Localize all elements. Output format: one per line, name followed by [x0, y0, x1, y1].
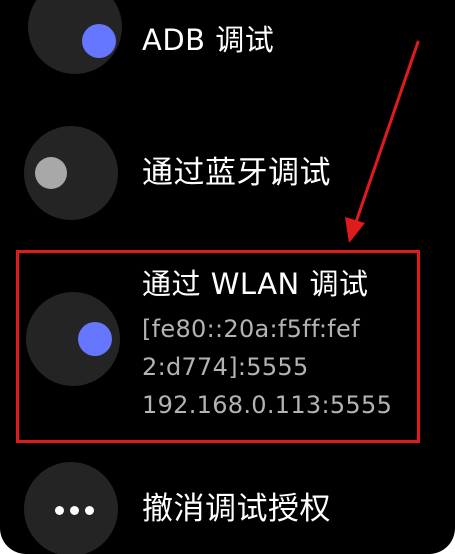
- watch-screen: ADB 调试 通过蓝牙调试 通过 WLAN 调试 [fe80::20a:f5ff…: [0, 0, 455, 554]
- annotation-arrow: [345, 40, 420, 243]
